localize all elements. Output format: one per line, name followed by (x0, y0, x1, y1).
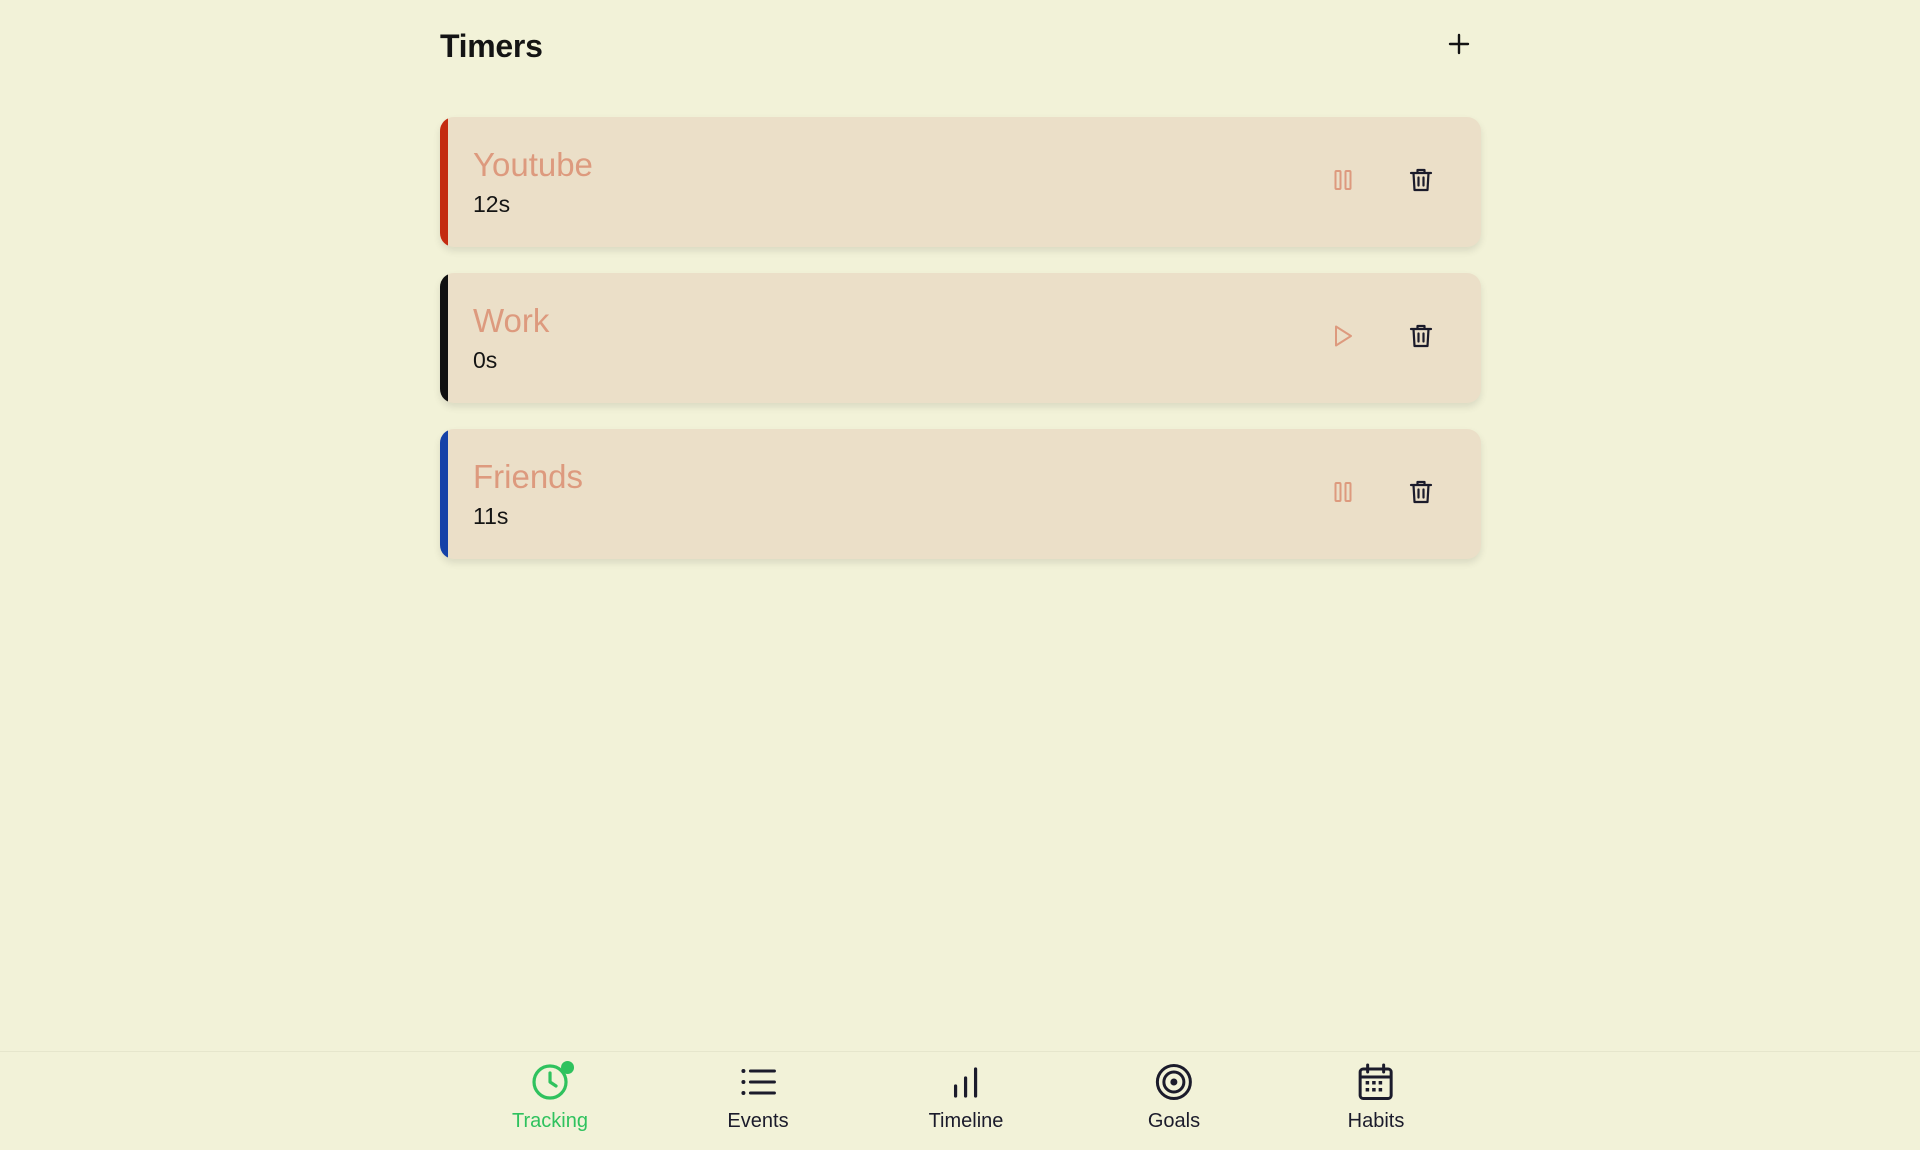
timer-list: Youtube 12s Work 0s Friends 11s (440, 117, 1481, 559)
nav-item-events[interactable]: Events (727, 1064, 789, 1133)
nav-label: Tracking (512, 1110, 588, 1132)
nav-label: Events (727, 1110, 789, 1132)
timer-name: Friends (473, 458, 584, 495)
nav-item-habits[interactable]: Habits (1347, 1063, 1405, 1133)
trash-icon (1409, 323, 1433, 354)
delete-button[interactable] (1399, 472, 1443, 516)
timer-info: Work 0s (440, 301, 1321, 375)
timer-name: Youtube (473, 146, 593, 183)
bottom-nav: Tracking Events Timeline Goals Habits (0, 1051, 1920, 1150)
timer-card-youtube[interactable]: Youtube 12s (440, 117, 1481, 247)
trash-icon (1409, 167, 1433, 198)
nav-label: Habits (1347, 1110, 1405, 1132)
timer-card-work[interactable]: Work 0s (440, 273, 1481, 403)
pause-button[interactable] (1321, 472, 1365, 516)
timer-info: Youtube 12s (440, 145, 1321, 219)
trash-icon (1409, 479, 1433, 510)
timer-info: Friends 11s (440, 457, 1321, 531)
timer-name: Work (473, 302, 550, 339)
nav-item-tracking[interactable]: Tracking (512, 1061, 588, 1133)
nav-label: Timeline (928, 1110, 1004, 1132)
timer-actions (1321, 160, 1443, 204)
target-icon (1155, 1063, 1193, 1106)
pause-icon (1333, 481, 1353, 508)
timer-elapsed: 11s (473, 503, 509, 529)
app-root: Timers Youtube 12s Work 0s Friends 11s T… (0, 0, 1920, 1150)
add-timer-button[interactable] (1437, 24, 1481, 68)
timer-accent-bar (440, 273, 448, 403)
list-icon (740, 1067, 776, 1102)
pause-button[interactable] (1321, 160, 1365, 204)
main-content: Timers Youtube 12s Work 0s Friends 11s (440, 0, 1481, 559)
timer-elapsed: 12s (473, 191, 511, 217)
notification-badge (560, 1061, 574, 1074)
bar-chart-icon (951, 1066, 981, 1103)
timer-elapsed: 0s (473, 347, 498, 373)
pause-icon (1333, 169, 1353, 196)
timer-actions (1321, 472, 1443, 516)
play-icon (1332, 324, 1354, 353)
nav-item-timeline[interactable]: Timeline (928, 1064, 1004, 1133)
header: Timers (440, 0, 1481, 92)
timer-accent-bar (440, 429, 448, 559)
timer-card-friends[interactable]: Friends 11s (440, 429, 1481, 559)
nav-item-goals[interactable]: Goals (1147, 1063, 1201, 1133)
nav-label: Goals (1147, 1110, 1201, 1132)
plus-icon (1448, 33, 1470, 60)
delete-button[interactable] (1399, 316, 1443, 360)
page-title: Timers (440, 27, 543, 64)
calendar-icon (1358, 1063, 1394, 1106)
timer-actions (1321, 316, 1443, 360)
play-button[interactable] (1321, 316, 1365, 360)
delete-button[interactable] (1399, 160, 1443, 204)
timer-accent-bar (440, 117, 448, 247)
